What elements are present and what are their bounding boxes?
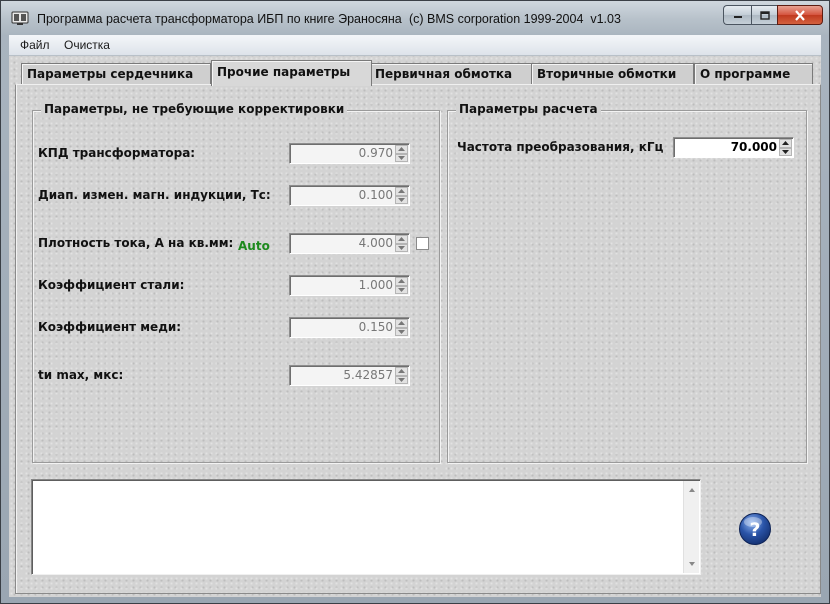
group-calc-params: Параметры расчета (447, 102, 807, 463)
auto-label: Auto (238, 239, 270, 253)
arrow-down-icon (398, 329, 405, 334)
help-icon[interactable]: ? (738, 512, 772, 546)
efficiency-down-button[interactable] (395, 153, 408, 162)
pulse-time-up-button[interactable] (395, 367, 408, 376)
arrow-up-icon (398, 147, 405, 152)
arrow-up-icon (782, 141, 789, 146)
log-textarea[interactable] (31, 479, 701, 575)
frequency-label: Частота преобразования, кГц (457, 140, 664, 154)
maximize-icon (759, 10, 770, 20)
tab-secondary-windings[interactable]: Вторичные обмотки (531, 63, 694, 85)
tab-core-params[interactable]: Параметры сердечника (21, 63, 211, 85)
arrow-down-icon (398, 155, 405, 160)
arrow-down-icon (398, 197, 405, 202)
window-title: Программа расчета трансформатора ИБП по … (37, 12, 402, 26)
steel-coef-down-button[interactable] (395, 285, 408, 294)
copper-coef-spinner[interactable]: 0.150 (289, 317, 410, 338)
arrow-up-icon (398, 369, 405, 374)
pulse-time-down-button[interactable] (395, 375, 408, 384)
tab-primary-winding[interactable]: Первичная обмотка (369, 63, 532, 85)
app-window: Программа расчета трансформатора ИБП по … (0, 0, 830, 604)
menu-clear[interactable]: Очистка (64, 38, 110, 52)
induction-up-button[interactable] (395, 187, 408, 196)
current-density-up-button[interactable] (395, 235, 408, 244)
current-density-down-button[interactable] (395, 243, 408, 252)
close-button[interactable] (777, 5, 823, 25)
pulse-time-value: 5.42857 (343, 368, 393, 382)
copper-coef-up-button[interactable] (395, 319, 408, 328)
tab-other-params[interactable]: Прочие параметры (211, 60, 372, 86)
efficiency-spinner[interactable]: 0.970 (289, 143, 410, 164)
frequency-down-button[interactable] (779, 147, 792, 156)
scroll-up-icon[interactable] (685, 485, 699, 495)
induction-spinner[interactable]: 0.100 (289, 185, 410, 206)
minimize-icon (733, 16, 742, 18)
maximize-button[interactable] (751, 5, 777, 25)
copper-coef-down-button[interactable] (395, 327, 408, 336)
steel-coef-spinner[interactable]: 1.000 (289, 275, 410, 296)
arrow-up-icon (398, 321, 405, 326)
arrow-down-icon (782, 149, 789, 154)
auto-checkbox[interactable] (416, 237, 429, 250)
group-calc-params-title: Параметры расчета (456, 102, 601, 116)
frequency-spinner[interactable]: 70.000 (673, 137, 794, 158)
arrow-up-icon (398, 237, 405, 242)
copper-coef-label: Коэффициент меди: (38, 320, 182, 334)
current-density-spinner[interactable]: 4.000 (289, 233, 410, 254)
current-density-value: 4.000 (358, 236, 393, 250)
efficiency-up-button[interactable] (395, 145, 408, 154)
arrow-down-icon (398, 245, 405, 250)
copper-coef-value: 0.150 (358, 320, 393, 334)
steel-coef-value: 1.000 (358, 278, 393, 292)
menu-file[interactable]: Файл (20, 38, 50, 52)
efficiency-value: 0.970 (358, 146, 393, 160)
close-icon (795, 9, 805, 21)
tab-about[interactable]: О программе (694, 63, 813, 85)
group-fixed-params-title: Параметры, не требующие корректировки (41, 102, 348, 116)
pulse-time-label: tи max, мкс: (38, 368, 124, 382)
window-controls (723, 5, 823, 27)
frequency-value: 70.000 (730, 140, 777, 154)
minimize-button[interactable] (723, 5, 751, 25)
arrow-up-icon (398, 279, 405, 284)
transformer-app-icon (11, 11, 29, 25)
steel-coef-label: Коэффициент стали: (38, 278, 185, 292)
log-scrollbar[interactable] (683, 481, 699, 573)
induction-label: Диап. измен. магн. индукции, Тс: (38, 188, 271, 202)
pulse-time-spinner[interactable]: 5.42857 (289, 365, 410, 386)
arrow-down-icon (398, 377, 405, 382)
steel-coef-up-button[interactable] (395, 277, 408, 286)
induction-down-button[interactable] (395, 195, 408, 204)
svg-text:?: ? (749, 519, 760, 541)
menu-bar: Файл Очистка (9, 35, 821, 56)
efficiency-label: КПД трансформатора: (38, 146, 196, 160)
arrow-down-icon (398, 287, 405, 292)
window-copyright: (c) BMS corporation 1999-2004 v1.03 (409, 12, 621, 26)
title-bar[interactable]: Программа расчета трансформатора ИБП по … (1, 1, 829, 35)
frequency-up-button[interactable] (779, 139, 792, 148)
current-density-label: Плотность тока, А на кв.мм: (38, 236, 234, 250)
scroll-down-icon[interactable] (685, 559, 699, 569)
induction-value: 0.100 (358, 188, 393, 202)
arrow-up-icon (398, 189, 405, 194)
